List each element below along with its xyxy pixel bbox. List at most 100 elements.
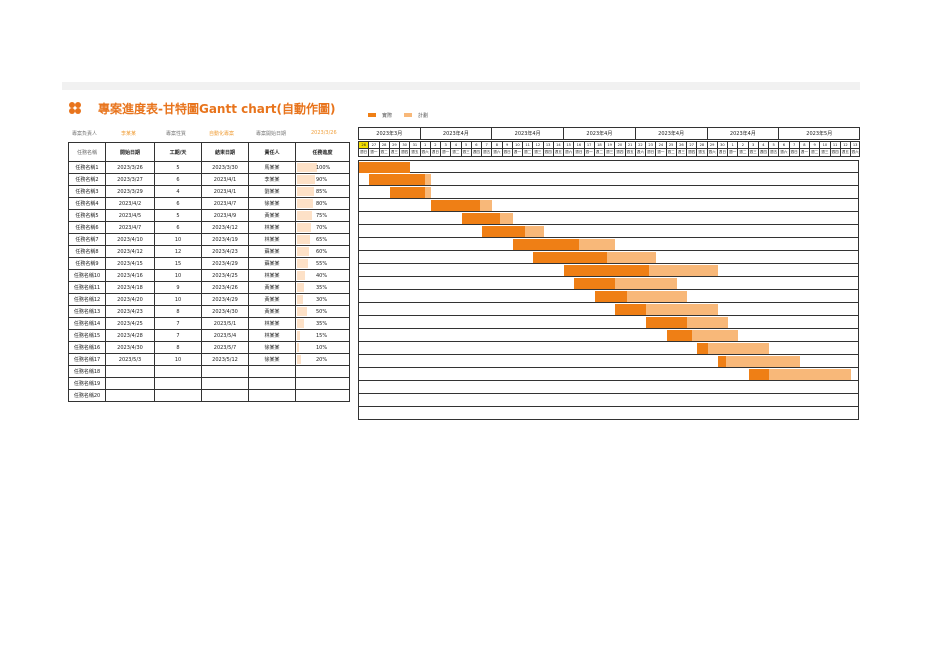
gantt-actual-bar[interactable] [369, 174, 425, 185]
cell-owner[interactable]: 林某某 [248, 269, 296, 282]
cell-end-date[interactable]: 2023/4/25 [201, 269, 249, 282]
cell-progress[interactable]: 55% [295, 257, 350, 270]
cell-task-name[interactable]: 任務名稱1 [68, 161, 106, 174]
cell-task-name[interactable]: 任務名稱5 [68, 209, 106, 222]
cell-progress[interactable]: 65% [295, 233, 350, 246]
cell-owner[interactable]: 馬某某 [248, 161, 296, 174]
cell-progress[interactable]: 80% [295, 197, 350, 210]
gantt-actual-bar[interactable] [533, 252, 608, 263]
cell-start-date[interactable]: 2023/5/3 [105, 353, 155, 366]
cell-duration[interactable]: 5 [154, 161, 202, 174]
cell-start-date[interactable]: 2023/3/29 [105, 185, 155, 198]
cell-start-date[interactable]: 2023/4/15 [105, 257, 155, 270]
cell-end-date[interactable] [201, 389, 249, 402]
cell-start-date[interactable]: 2023/4/7 [105, 221, 155, 234]
cell-start-date[interactable]: 2023/3/27 [105, 173, 155, 186]
cell-start-date[interactable]: 2023/4/10 [105, 233, 155, 246]
cell-progress[interactable]: 75% [295, 209, 350, 222]
gantt-actual-bar[interactable] [482, 226, 526, 237]
cell-progress[interactable]: 15% [295, 329, 350, 342]
cell-duration[interactable]: 10 [154, 293, 202, 306]
cell-start-date[interactable] [105, 365, 155, 378]
cell-start-date[interactable]: 2023/4/12 [105, 245, 155, 258]
cell-task-name[interactable]: 任務名稱12 [68, 293, 106, 306]
cell-progress[interactable]: 35% [295, 317, 350, 330]
cell-owner[interactable]: 林某某 [248, 233, 296, 246]
cell-duration[interactable]: 15 [154, 257, 202, 270]
cell-task-name[interactable]: 任務名稱14 [68, 317, 106, 330]
cell-progress[interactable]: 50% [295, 305, 350, 318]
cell-start-date[interactable]: 2023/4/5 [105, 209, 155, 222]
cell-task-name[interactable]: 任務名稱4 [68, 197, 106, 210]
cell-start-date[interactable]: 2023/4/25 [105, 317, 155, 330]
cell-progress[interactable]: 20% [295, 353, 350, 366]
cell-end-date[interactable]: 2023/4/29 [201, 257, 249, 270]
cell-owner[interactable]: 黃某某 [248, 281, 296, 294]
cell-owner[interactable]: 黃某某 [248, 293, 296, 306]
cell-end-date[interactable]: 2023/4/29 [201, 293, 249, 306]
cell-task-name[interactable]: 任務名稱2 [68, 173, 106, 186]
gantt-actual-bar[interactable] [389, 187, 425, 198]
cell-end-date[interactable]: 2023/4/23 [201, 245, 249, 258]
cell-duration[interactable]: 5 [154, 209, 202, 222]
cell-progress[interactable]: 10% [295, 341, 350, 354]
cell-owner[interactable]: 林某某 [248, 329, 296, 342]
cell-duration[interactable]: 6 [154, 197, 202, 210]
cell-duration[interactable]: 9 [154, 281, 202, 294]
cell-duration[interactable]: 7 [154, 329, 202, 342]
cell-task-name[interactable]: 任務名稱19 [68, 377, 106, 390]
cell-task-name[interactable]: 任務名稱17 [68, 353, 106, 366]
gantt-actual-bar[interactable] [697, 343, 708, 354]
cell-start-date[interactable]: 2023/4/2 [105, 197, 155, 210]
cell-start-date[interactable] [105, 389, 155, 402]
cell-owner[interactable]: 林某某 [248, 221, 296, 234]
cell-task-name[interactable]: 任務名稱20 [68, 389, 106, 402]
cell-progress[interactable] [295, 377, 350, 390]
owner-value[interactable]: 李某某 [121, 130, 136, 137]
cell-duration[interactable]: 10 [154, 233, 202, 246]
cell-duration[interactable]: 8 [154, 341, 202, 354]
cell-duration[interactable] [154, 389, 202, 402]
cell-end-date[interactable]: 2023/5/1 [201, 317, 249, 330]
cell-end-date[interactable]: 2023/3/30 [201, 161, 249, 174]
cell-task-name[interactable]: 任務名稱6 [68, 221, 106, 234]
cell-duration[interactable]: 12 [154, 245, 202, 258]
cell-task-name[interactable]: 任務名稱3 [68, 185, 106, 198]
cell-duration[interactable]: 10 [154, 353, 202, 366]
cell-end-date[interactable]: 2023/4/12 [201, 221, 249, 234]
cell-end-date[interactable]: 2023/4/1 [201, 185, 249, 198]
cell-progress[interactable]: 35% [295, 281, 350, 294]
gantt-actual-bar[interactable] [512, 239, 580, 250]
cell-owner[interactable]: 林某某 [248, 317, 296, 330]
cell-start-date[interactable]: 2023/4/30 [105, 341, 155, 354]
cell-owner[interactable] [248, 365, 296, 378]
cell-duration[interactable]: 10 [154, 269, 202, 282]
cell-start-date[interactable]: 2023/4/23 [105, 305, 155, 318]
cell-end-date[interactable]: 2023/5/12 [201, 353, 249, 366]
cell-progress[interactable]: 70% [295, 221, 350, 234]
gantt-actual-bar[interactable] [717, 356, 726, 367]
cell-start-date[interactable] [105, 377, 155, 390]
cell-owner[interactable]: 蘇某某 [248, 245, 296, 258]
cell-duration[interactable]: 8 [154, 305, 202, 318]
gantt-actual-bar[interactable] [564, 265, 649, 276]
cell-duration[interactable] [154, 377, 202, 390]
cell-end-date[interactable]: 2023/5/4 [201, 329, 249, 342]
cell-task-name[interactable]: 任務名稱7 [68, 233, 106, 246]
cell-owner[interactable]: 蘇某某 [248, 257, 296, 270]
cell-owner[interactable]: 劉某某 [248, 185, 296, 198]
cell-start-date[interactable]: 2023/3/26 [105, 161, 155, 174]
cell-end-date[interactable] [201, 365, 249, 378]
cell-end-date[interactable]: 2023/5/7 [201, 341, 249, 354]
cell-duration[interactable]: 7 [154, 317, 202, 330]
gantt-actual-bar[interactable] [461, 213, 500, 224]
cell-progress[interactable] [295, 389, 350, 402]
cell-task-name[interactable]: 任務名稱18 [68, 365, 106, 378]
cell-task-name[interactable]: 任務名稱9 [68, 257, 106, 270]
gantt-actual-bar[interactable] [594, 291, 628, 302]
cell-task-name[interactable]: 任務名稱10 [68, 269, 106, 282]
cell-end-date[interactable]: 2023/4/9 [201, 209, 249, 222]
cell-task-name[interactable]: 任務名稱13 [68, 305, 106, 318]
cell-owner[interactable]: 黃某某 [248, 305, 296, 318]
cell-task-name[interactable]: 任務名稱16 [68, 341, 106, 354]
